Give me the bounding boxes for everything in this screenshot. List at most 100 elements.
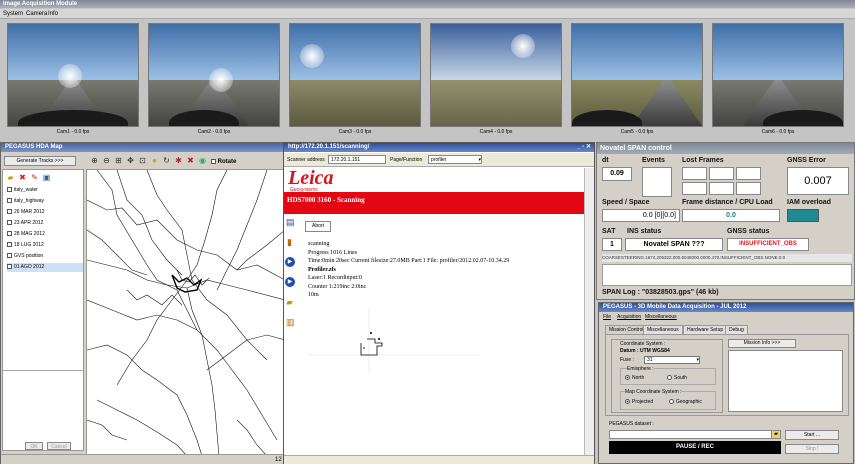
fuse-select[interactable]: 31 ▾ <box>644 356 700 364</box>
layer-add-icon[interactable]: ✱ <box>173 155 184 166</box>
sat-label: SAT <box>602 228 616 235</box>
status-line: Laser:1 Recordinput:0 <box>308 275 362 281</box>
generate-tracks-button[interactable]: Generate Tracks >>> <box>4 156 76 166</box>
novatel-title: Novatel SPAN control <box>600 145 672 152</box>
north-radio[interactable]: North <box>625 375 644 381</box>
image-acquisition-titlebar: Image Acquisition Module <box>0 0 855 8</box>
layer-item-selected[interactable]: 01 AGO 2012 <box>7 263 83 272</box>
browser-sidebar: ▤ ▮ ▶ ▶ ▰ ▥ <box>284 214 298 464</box>
layer-item[interactable]: 23 APR 2012 <box>7 219 43 228</box>
layer-toolbar: ▰ ✖ ✎ ▣ <box>5 172 53 183</box>
pan-icon[interactable]: ✥ <box>125 155 136 166</box>
camera-label-3: Cam3 - 0.0 fps <box>338 129 372 135</box>
browser-title: http://172.20.1.151/scanning/ <box>288 144 370 150</box>
browser-scrollbar[interactable] <box>584 168 594 464</box>
tab-miscellaneous[interactable]: Miscellaneous <box>643 325 683 334</box>
abort-button[interactable]: Abort <box>305 221 331 232</box>
folder-icon[interactable]: ▰ <box>286 297 293 308</box>
delete-layer-icon[interactable]: ✖ <box>17 172 28 183</box>
menu-acquisition[interactable]: Acquisition <box>617 313 641 322</box>
banner-text: HDS7000 3160 - Scanning <box>287 196 365 204</box>
ok-button[interactable]: OK <box>25 442 43 450</box>
layer-item[interactable]: italy_highway <box>7 197 44 206</box>
menu-file[interactable]: File <box>603 313 611 322</box>
layer-item[interactable]: italy_water <box>7 186 38 195</box>
frame-distance-value: 0.0 <box>682 209 780 222</box>
info-icon[interactable]: ● <box>149 155 160 166</box>
mission-info-button[interactable]: Mission Info >>> <box>728 339 796 348</box>
geographic-radio[interactable]: Geographic <box>669 399 702 405</box>
document-icon[interactable]: ▥ <box>286 317 295 328</box>
tab-mission-control[interactable]: Mission Control <box>605 325 648 334</box>
stop-button[interactable]: Stop ! <box>785 444 839 454</box>
edit-layer-icon[interactable]: ✎ <box>29 172 40 183</box>
span-log-box <box>602 264 852 286</box>
projected-radio[interactable]: Projected <box>625 399 653 405</box>
fuse-label: Fuse : <box>620 357 634 363</box>
rotate-checkbox[interactable] <box>210 158 216 164</box>
pegasus-menu: File Acquisition Miscellaneous <box>599 313 853 322</box>
next-icon[interactable]: ▶ <box>285 277 295 287</box>
gps-icon[interactable]: ◉ <box>197 155 208 166</box>
sat-value: 1 <box>602 238 622 251</box>
gnss-status-label: GNSS status <box>727 228 770 235</box>
menu-camera[interactable]: Camera <box>26 11 47 17</box>
camera-view-2 <box>148 23 280 127</box>
leica-logo: Leica <box>288 167 334 189</box>
profile-plot <box>309 308 479 373</box>
menu-info[interactable]: Info <box>48 11 58 17</box>
browser-window-controls[interactable]: _ ▫ ✕ <box>577 143 591 152</box>
layer-remove-icon[interactable]: ✖ <box>185 155 196 166</box>
properties-icon[interactable]: ▣ <box>41 172 52 183</box>
dt-value: 0.09 <box>602 167 632 181</box>
dataset-input[interactable]: ▰ <box>609 430 781 439</box>
dt-label: dt <box>602 157 609 164</box>
page-icon[interactable]: ▤ <box>286 217 295 228</box>
scanner-address-input[interactable]: 172.20.1.151 <box>328 155 386 164</box>
browser-statusbar <box>284 455 594 464</box>
open-folder-icon[interactable]: ▰ <box>5 172 16 183</box>
zoom-extent-icon[interactable]: ⊡ <box>137 155 148 166</box>
novatel-titlebar: Novatel SPAN control <box>597 143 854 154</box>
camera-label-4: Cam4 - 0.0 fps <box>479 129 513 135</box>
menu-miscellaneous[interactable]: Miscellaneous <box>645 313 677 322</box>
zoom-in-icon[interactable]: ⊕ <box>89 155 100 166</box>
tab-debug[interactable]: Debug <box>725 325 748 334</box>
camera-label-6: Cam6 - 0.0 fps <box>761 129 795 135</box>
battery-icon[interactable]: ▮ <box>287 237 292 248</box>
map-window-titlebar: PEGASUS HDA Map <box>1 143 283 152</box>
zoom-out-icon[interactable]: ⊖ <box>101 155 112 166</box>
menu-system[interactable]: System <box>3 11 23 17</box>
refresh-icon[interactable]: ↻ <box>161 155 172 166</box>
map-status-value: 12 <box>275 457 282 463</box>
layer-item[interactable]: 26 MAR 2012 <box>7 208 45 217</box>
layer-item[interactable]: GVS position <box>7 252 43 261</box>
camera-view-1 <box>7 23 139 127</box>
map-canvas[interactable] <box>86 169 284 455</box>
speed-space-value: 0.0 [0][0.0] <box>602 209 680 222</box>
start-button[interactable]: Start ... <box>785 430 839 440</box>
pause-rec-button[interactable]: PAUSE / REC <box>609 441 781 454</box>
play-icon[interactable]: ▶ <box>285 257 295 267</box>
mission-info-box <box>728 350 843 412</box>
map-window: PEGASUS HDA Map Generate Tracks >>> ⊕ ⊖ ⊞ ✥… <box>0 142 285 464</box>
novatel-span-window: Novatel SPAN control dt Events Lost Fram… <box>596 142 855 300</box>
emisphere-label: Emisphere : <box>627 366 654 372</box>
cancel-button[interactable]: Cancel <box>47 442 71 450</box>
layer-item[interactable]: 28 MAG 2012 <box>7 230 45 239</box>
status-line: scanning <box>308 241 330 247</box>
status-line: Profiler.zfs <box>308 266 336 273</box>
layer-item[interactable]: 18 LUG 2012 <box>7 241 44 250</box>
zoom-box-icon[interactable]: ⊞ <box>113 155 124 166</box>
lost-frames-box <box>736 182 761 195</box>
camera-label-2: Cam2 - 0.0 fps <box>197 129 231 135</box>
page-function-select[interactable]: profiler ▾ <box>428 155 482 164</box>
browse-folder-icon[interactable]: ▰ <box>771 431 780 438</box>
camera-view-3 <box>289 23 421 127</box>
tab-hardware-setup[interactable]: Hardware Setup <box>683 325 728 334</box>
layer-panel: ▰ ✖ ✎ ▣ italy_water italy_highway 26 MAR 20… <box>2 169 84 451</box>
pegasus-titlebar: PEGASUS - 3D Mobile Data Acquisition - J… <box>599 303 853 312</box>
scanner-address-label: Scanner address <box>287 157 325 163</box>
menu-bar: System Camera Info <box>0 9 855 19</box>
south-radio[interactable]: South <box>667 375 687 381</box>
